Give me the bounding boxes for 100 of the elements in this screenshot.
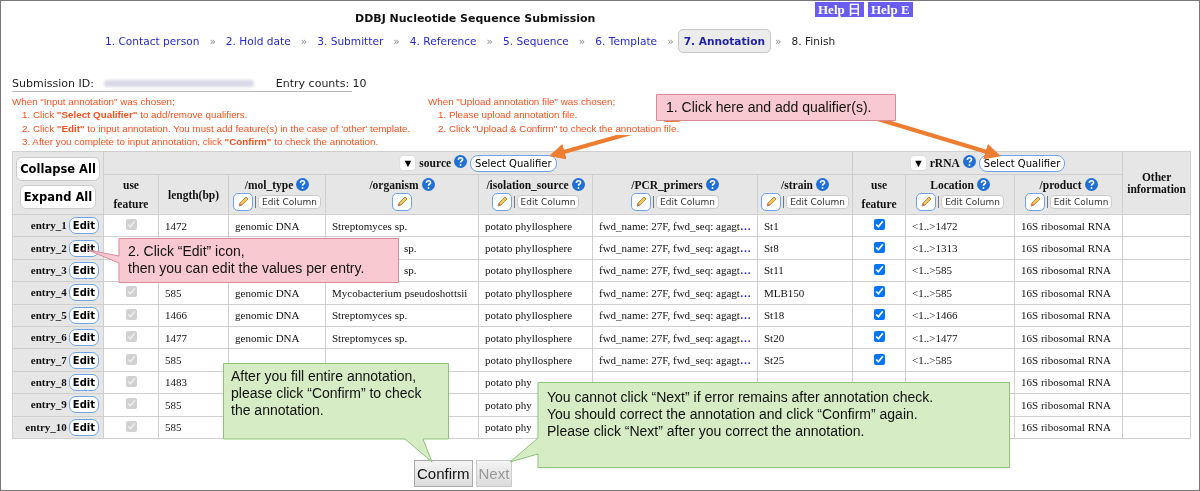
edit-column-button[interactable]: Edit Column bbox=[1049, 195, 1113, 209]
instruction-text: 1. Click "Select Qualifier" to add/remove qualifiers. bbox=[22, 108, 248, 122]
table-cell: <1..>585 bbox=[905, 281, 1015, 305]
column-header: Other information bbox=[1126, 171, 1187, 195]
column-header: /mol_type bbox=[244, 179, 294, 191]
column-header: /organism bbox=[369, 179, 419, 191]
table-cell: potato phyllosphere bbox=[478, 214, 593, 237]
step-link[interactable]: 5. Sequence bbox=[497, 28, 575, 53]
column-header: length(bp) bbox=[167, 188, 220, 201]
table-cell: 16S ribosomal RNA bbox=[1014, 371, 1123, 394]
table-cell: fwd_name: 27F, fwd_seq: agagt… bbox=[592, 304, 758, 327]
confirm-button[interactable]: Confirm bbox=[414, 459, 473, 487]
help-button[interactable]: Help E bbox=[868, 2, 913, 17]
next-button: Next bbox=[475, 459, 513, 487]
help-button[interactable]: Help 日 bbox=[815, 2, 864, 17]
table-cell: 1466 bbox=[158, 304, 229, 327]
select-qualifier-button[interactable]: Select Qualifier bbox=[978, 154, 1066, 172]
edit-column-button[interactable]: Edit Column bbox=[786, 195, 849, 209]
help-icon[interactable] bbox=[705, 178, 719, 191]
table-cell: 1477 bbox=[158, 326, 229, 349]
checkbox[interactable] bbox=[873, 219, 885, 231]
table-cell: 16S ribosomal RNA bbox=[1014, 214, 1123, 237]
edit-button[interactable]: Edit bbox=[68, 329, 99, 347]
pencil-button[interactable] bbox=[761, 193, 782, 211]
table-cell: St1 bbox=[757, 214, 853, 237]
edit-button[interactable]: Edit bbox=[68, 306, 99, 324]
table-button[interactable]: Collapse All bbox=[16, 157, 100, 181]
table-cell: genomic DNA bbox=[228, 214, 326, 237]
help-icon[interactable] bbox=[454, 154, 468, 168]
pencil-icon bbox=[919, 195, 934, 209]
help-icon[interactable] bbox=[1084, 178, 1098, 191]
page-title: DDBJ Nucleotide Sequence Submission bbox=[355, 11, 597, 27]
edit-column-button[interactable]: Edit Column bbox=[258, 195, 321, 209]
table-cell: 16S ribosomal RNA bbox=[1014, 259, 1123, 282]
field-label: Submission ID: bbox=[12, 76, 94, 90]
select-qualifier-button[interactable]: Select Qualifier bbox=[470, 154, 557, 172]
checkbox[interactable] bbox=[873, 241, 885, 253]
edit-button[interactable]: Edit bbox=[68, 351, 99, 369]
pencil-button[interactable] bbox=[1024, 193, 1045, 211]
help-icon[interactable] bbox=[962, 154, 976, 168]
help-icon[interactable] bbox=[976, 178, 990, 191]
separator: » bbox=[775, 34, 782, 47]
table-cell: St20 bbox=[757, 326, 853, 349]
help-icon[interactable] bbox=[816, 178, 829, 191]
pencil-button[interactable] bbox=[233, 193, 254, 211]
help-icon[interactable] bbox=[571, 178, 585, 191]
pencil-icon bbox=[395, 195, 409, 209]
step-link[interactable]: 3. Submitter bbox=[311, 28, 390, 53]
separator: » bbox=[667, 34, 674, 47]
separator: » bbox=[578, 34, 586, 47]
table-cell: St25 bbox=[757, 348, 853, 372]
instruction-heading: When "Upload annotation file" was chosen; bbox=[428, 95, 616, 109]
step-link[interactable]: 2. Hold date bbox=[219, 28, 297, 53]
pencil-icon bbox=[1027, 195, 1042, 209]
step-link[interactable]: 4. Reference bbox=[403, 28, 483, 53]
step-link[interactable]: 7. Annotation bbox=[677, 28, 771, 53]
table-cell: 16S ribosomal RNA bbox=[1014, 281, 1123, 305]
checkbox[interactable] bbox=[873, 263, 885, 275]
instruction-text: 1. Please upload annotation file. bbox=[438, 108, 578, 122]
table-cell: fwd_name: 27F, fwd_seq: agagt… bbox=[592, 259, 758, 282]
checkbox[interactable] bbox=[873, 331, 885, 343]
entry-label: entry_10 bbox=[25, 420, 67, 433]
edit-button[interactable]: Edit bbox=[68, 396, 99, 414]
column-header: Location bbox=[930, 179, 974, 191]
pencil-button[interactable] bbox=[392, 193, 412, 211]
edit-column-button[interactable]: Edit Column bbox=[516, 195, 580, 209]
entry-label: entry_9 bbox=[30, 398, 67, 411]
edit-column-button[interactable]: Edit Column bbox=[656, 195, 719, 209]
entry-count: Entry counts: 10 bbox=[275, 76, 367, 90]
toggle-button[interactable]: ▼ bbox=[909, 155, 927, 171]
table-cell: <1..>585 bbox=[905, 259, 1015, 282]
edit-button[interactable]: Edit bbox=[68, 284, 99, 302]
step-link[interactable]: 6. Template bbox=[589, 28, 664, 53]
edit-button[interactable]: Edit bbox=[68, 239, 99, 257]
table-cell: Streptomyces sp. bbox=[325, 326, 479, 349]
help-icon[interactable] bbox=[296, 178, 310, 191]
checkbox[interactable] bbox=[873, 286, 885, 298]
toggle-button[interactable]: ▼ bbox=[399, 155, 417, 171]
entry-label: entry_5 bbox=[30, 308, 67, 321]
step-link: 8. Finish bbox=[790, 33, 837, 49]
help-icon[interactable] bbox=[421, 178, 435, 191]
entry-label: entry_3 bbox=[30, 263, 67, 276]
column-header: use feature bbox=[112, 177, 150, 212]
table-button[interactable]: Expand All bbox=[19, 185, 97, 209]
edit-button[interactable]: Edit bbox=[68, 418, 99, 436]
pencil-button[interactable] bbox=[631, 193, 652, 211]
step-link[interactable]: 1. Contact person bbox=[99, 28, 206, 53]
table-cell: 16S ribosomal RNA bbox=[1014, 326, 1123, 349]
checkbox[interactable] bbox=[873, 353, 885, 365]
pencil-icon bbox=[236, 195, 251, 209]
edit-button[interactable]: Edit bbox=[68, 373, 99, 391]
edit-column-button[interactable]: Edit Column bbox=[941, 195, 1004, 209]
pencil-button[interactable] bbox=[491, 193, 512, 211]
pencil-button[interactable] bbox=[916, 193, 937, 211]
separator: » bbox=[393, 34, 400, 47]
table-cell: St8 bbox=[757, 236, 853, 260]
edit-button[interactable]: Edit bbox=[68, 261, 99, 279]
edit-button[interactable]: Edit bbox=[68, 217, 99, 235]
column-header: /PCR_primers bbox=[631, 179, 703, 191]
checkbox[interactable] bbox=[873, 308, 885, 320]
